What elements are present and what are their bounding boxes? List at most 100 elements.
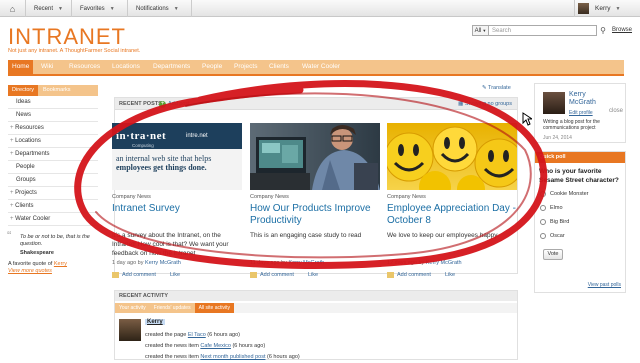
activity-user-link[interactable]: Kerry xyxy=(145,319,165,325)
like-link[interactable]: Like xyxy=(170,272,180,278)
post-actions: Add comment Like xyxy=(112,272,242,278)
activity-text: created the page xyxy=(145,332,187,338)
tab-directory[interactable]: Directory xyxy=(8,85,39,96)
nav-resources[interactable]: Resources xyxy=(69,60,100,74)
post-author-link[interactable]: Kerry McGrath xyxy=(288,260,324,266)
close-link[interactable]: close xyxy=(609,108,623,114)
sidebar-item-news[interactable]: News xyxy=(8,109,98,122)
home-icon[interactable]: ⌂ xyxy=(0,0,26,17)
site-logo[interactable]: INTRANET xyxy=(8,24,126,50)
user-menu[interactable]: Kerry ▼ xyxy=(574,0,640,17)
search-scope-select[interactable]: All ▼ xyxy=(472,25,489,36)
activity-link[interactable]: Next month published post xyxy=(200,354,265,360)
tab-friends-updates[interactable]: Friends' updates xyxy=(149,303,195,313)
post-card: Company News How Our Products Improve Pr… xyxy=(250,123,380,278)
post-card: in·tra·net intre.net Computing an intern… xyxy=(112,123,242,278)
quote-author: Shakespeare xyxy=(20,250,54,256)
nav-home[interactable]: Home xyxy=(8,60,34,74)
nav-clients[interactable]: Clients xyxy=(269,60,289,74)
profile-name[interactable]: Kerry McGrath xyxy=(569,91,596,107)
add-post-button[interactable]: + Add post xyxy=(159,98,190,110)
tab-your-activity[interactable]: Your activity xyxy=(115,303,150,313)
translate-link[interactable]: ✎ Translate xyxy=(482,85,511,91)
nav-locations[interactable]: Locations xyxy=(112,60,140,74)
tab-all-site-activity[interactable]: All site activity xyxy=(194,303,234,313)
nav-water-cooler[interactable]: Water Cooler xyxy=(302,60,340,74)
poll-heading: Quick poll xyxy=(535,152,625,163)
favorites-menu[interactable]: Favorites ▼ xyxy=(72,0,128,17)
radio-button[interactable] xyxy=(540,219,546,225)
showing-groups-filter[interactable]: ▦ Showing no groups xyxy=(458,98,512,110)
comment-icon xyxy=(112,272,119,278)
poll-option[interactable]: Cookie Monster xyxy=(535,187,625,201)
post-image[interactable]: in·tra·net intre.net Computing an intern… xyxy=(112,123,242,190)
post-image[interactable] xyxy=(387,123,517,190)
like-link[interactable]: Like xyxy=(445,272,455,278)
activity-time: (6 hours ago) xyxy=(232,343,266,349)
quote-favorite-user[interactable]: Kerry xyxy=(54,261,67,267)
recent-label: Recent xyxy=(34,5,54,12)
sidebar-item-people[interactable]: People xyxy=(8,161,98,174)
user-name: Kerry xyxy=(595,5,611,12)
sidebar-item-water-cooler[interactable]: Water Cooler xyxy=(8,213,98,226)
radio-button[interactable] xyxy=(540,191,546,197)
post-title[interactable]: Employee Appreciation Day - October 8 xyxy=(387,203,517,229)
filter-icon: ▦ xyxy=(458,101,465,107)
view-more-quotes-link[interactable]: View more quotes xyxy=(8,268,52,274)
post-title[interactable]: Intranet Survey xyxy=(112,203,242,229)
nav-wiki[interactable]: Wiki xyxy=(41,60,53,74)
image-caption-line1: an internal web site that helps xyxy=(116,154,212,163)
poll-option[interactable]: Big Bird xyxy=(535,215,625,229)
poll-option[interactable]: Elmo xyxy=(535,201,625,215)
quote-mark-icon: “ xyxy=(7,228,12,243)
sidebar-item-clients[interactable]: Clients xyxy=(8,200,98,213)
recent-menu[interactable]: Recent ▼ xyxy=(26,0,72,17)
nav-projects[interactable]: Projects xyxy=(234,60,257,74)
recent-activity-heading: RECENT ACTIVITY xyxy=(115,291,517,301)
sidebar-item-locations[interactable]: Locations xyxy=(8,135,98,148)
nav-people[interactable]: People xyxy=(202,60,222,74)
nav-departments[interactable]: Departments xyxy=(153,60,190,74)
sidebar-item-departments[interactable]: Departments xyxy=(8,148,98,161)
chevron-down-icon: ▼ xyxy=(173,5,179,12)
add-comment-link[interactable]: Add comment xyxy=(122,272,156,278)
activity-link[interactable]: El Taco xyxy=(188,332,206,338)
search-icon[interactable]: ⚲ xyxy=(597,25,609,36)
showing-groups-label: Showing no groups xyxy=(464,101,512,107)
avatar[interactable] xyxy=(119,319,141,341)
like-link[interactable]: Like xyxy=(308,272,318,278)
translate-label: Translate xyxy=(488,85,511,91)
radio-button[interactable] xyxy=(540,205,546,211)
recent-posts-header: RECENT POSTS + Add post ▦ Showing no grou… xyxy=(115,98,517,110)
add-post-label: Add post xyxy=(168,101,190,107)
poll-option[interactable]: Oscar xyxy=(535,229,625,243)
activity-list: created the page El Taco (6 hours ago) c… xyxy=(145,330,300,363)
notifications-menu[interactable]: Notifications ▼ xyxy=(128,0,192,17)
vote-button[interactable]: Vote xyxy=(543,249,563,260)
post-author-link[interactable]: Kerry McGrath xyxy=(145,260,181,266)
browse-link[interactable]: Browse xyxy=(612,25,632,36)
activity-link[interactable]: Cafe Mexico xyxy=(200,343,231,349)
view-past-polls-link[interactable]: View past polls xyxy=(588,282,621,288)
add-comment-link[interactable]: Add comment xyxy=(397,272,431,278)
post-image[interactable] xyxy=(250,123,380,190)
post-title[interactable]: How Our Products Improve Productivity xyxy=(250,203,380,229)
sidebar-item-resources[interactable]: Resources xyxy=(8,122,98,135)
avatar[interactable] xyxy=(543,92,565,114)
tab-bookmarks[interactable]: Bookmarks xyxy=(38,85,98,96)
favorites-label: Favorites xyxy=(80,5,105,12)
sidebar-item-groups[interactable]: Groups xyxy=(8,174,98,187)
image-caption: an internal web site that helps employees… xyxy=(116,154,211,172)
quick-poll: Quick poll Who is your favorite Sesame S… xyxy=(534,151,626,293)
edit-profile-link[interactable]: Edit profile xyxy=(569,110,593,116)
sidebar-item-projects[interactable]: Projects xyxy=(8,187,98,200)
post-author-link[interactable]: Kerry McGrath xyxy=(426,260,462,266)
sidebar-item-ideas[interactable]: Ideas xyxy=(8,96,98,109)
add-comment-link[interactable]: Add comment xyxy=(260,272,294,278)
post-excerpt: This is an engaging case study to read xyxy=(250,232,362,239)
quote-favorite-prefix: A favorite quote of xyxy=(8,261,53,267)
radio-button[interactable] xyxy=(540,233,546,239)
post-date: 11 days ago by xyxy=(250,260,287,266)
search-input[interactable]: Search xyxy=(489,25,597,36)
chevron-down-icon: ▼ xyxy=(482,28,487,33)
